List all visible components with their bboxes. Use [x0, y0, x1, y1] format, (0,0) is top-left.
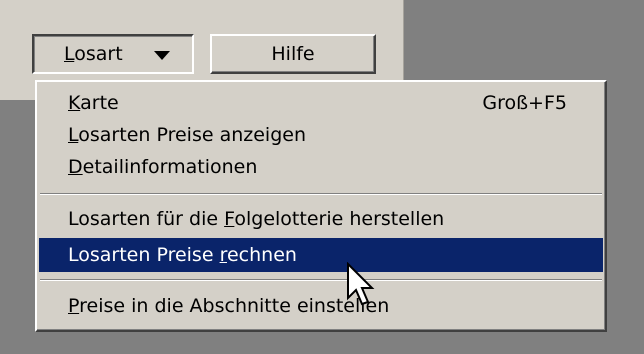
menu-item-losarten-preise-anzeigen[interactable]: Losarten Preise anzeigen: [39, 118, 603, 152]
menu-item-folgelotterie-herstellen[interactable]: Losarten für die Folgelotterie herstelle…: [39, 202, 603, 236]
menu-item-karte[interactable]: Karte Groß+F5: [39, 86, 603, 120]
menu-separator: [40, 279, 602, 281]
menu-item-label: Losarten Preise rechnen: [68, 244, 297, 266]
menu-separator: [40, 193, 602, 195]
menu-item-label: Losarten Preise anzeigen: [68, 124, 306, 146]
menu-item-label: Losarten für die Folgelotterie herstelle…: [68, 208, 445, 230]
losart-dropdown-menu: Karte Groß+F5 Losarten Preise anzeigen D…: [35, 80, 607, 332]
hilfe-button-label: Hilfe: [271, 43, 315, 65]
hilfe-button[interactable]: Hilfe: [210, 34, 376, 74]
arrow-cursor-icon: [347, 262, 375, 306]
losart-button[interactable]: Losart: [32, 34, 194, 74]
menu-item-preise-abschnitte-einstellen[interactable]: Preise in die Abschnitte einstellen: [39, 289, 603, 323]
triangle-down-icon: [154, 51, 170, 60]
menu-item-shortcut: Groß+F5: [482, 92, 567, 114]
losart-button-label: Losart: [64, 43, 123, 65]
menu-item-label: Detailinformationen: [68, 156, 258, 178]
menu-item-label: Karte: [68, 92, 119, 114]
menu-item-losarten-preise-rechnen[interactable]: Losarten Preise rechnen: [39, 238, 603, 272]
menu-item-detailinformationen[interactable]: Detailinformationen: [39, 150, 603, 184]
menu-item-label: Preise in die Abschnitte einstellen: [68, 295, 390, 317]
